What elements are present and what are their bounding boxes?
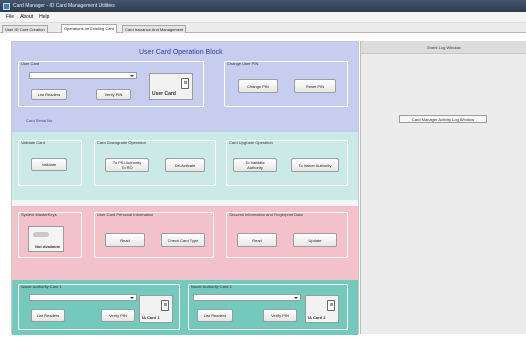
issuer-card-2-image-label: IA Card 2 — [308, 315, 326, 320]
card-upgrade-group: Card Upgrade Operation To Validate Autho… — [226, 140, 348, 186]
issuer-card-1-list-readers-button[interactable]: List Readers — [31, 309, 65, 322]
key-icon — [33, 232, 49, 237]
issuer-card-1-group-title: Issuer Authority Card 1 — [21, 284, 62, 289]
validate-card-group: Validate Card Validate — [18, 140, 82, 186]
secured-info-group-title: Secured Information and Fingerprint Data — [229, 212, 303, 217]
issuer-card-2-group: Issuer Authority Card 2 List Readers Ver… — [188, 284, 348, 330]
update-secured-info-button[interactable]: Update — [293, 233, 337, 247]
secured-info-group: Secured Information and Fingerprint Data… — [226, 212, 348, 258]
deactivate-button[interactable]: De-Activate — [165, 158, 205, 172]
reset-pin-button[interactable]: Reset PIN — [294, 79, 336, 93]
window-title: Card Manager - ID Card Management Utilit… — [13, 3, 115, 9]
card-serial-label: Card Serial No. — [26, 118, 54, 123]
issuer-authority-block: Issuer Authority Card 1 List Readers Ver… — [12, 280, 358, 335]
user-card-image-label: User Card — [152, 91, 176, 97]
to-pki-authority-button[interactable]: To PKI Authority To RO — [105, 158, 149, 172]
user-card-block: User Card Operation Block User Card List… — [12, 42, 358, 132]
tab-card-issuance[interactable]: Card Issuance And Management — [122, 25, 187, 33]
user-card-group-title: User Card — [21, 61, 40, 66]
verify-pin-button[interactable]: Verify PIN — [96, 89, 131, 100]
chevron-down-icon — [130, 75, 134, 77]
card-upgrade-group-title: Card Upgrade Operation — [229, 140, 273, 145]
menu-file[interactable]: File — [6, 14, 14, 20]
tab-operations-existing-card[interactable]: Operations on Existing Card — [61, 24, 118, 33]
master-key-image: Not Available — [28, 226, 64, 252]
change-pin-group-title: Change User PIN — [227, 61, 259, 66]
to-validate-authority-button[interactable]: To Validate Authority — [233, 158, 277, 172]
personal-info-group-title: User Card Personal Information — [97, 212, 154, 217]
validate-card-block: Validate Card Validate Card Downgrade Op… — [12, 132, 358, 200]
menu-about[interactable]: About — [20, 14, 33, 20]
issuer-card-2-group-title: Issuer Authority Card 2 — [191, 284, 232, 289]
operations-panel: User Card Operation Block User Card List… — [11, 41, 359, 335]
event-log-title: Event Log Window — [361, 41, 526, 54]
list-readers-button[interactable]: List Readers — [31, 89, 67, 100]
personal-info-group: User Card Personal Information Read Chec… — [94, 212, 214, 258]
validate-card-group-title: Validate Card — [21, 140, 45, 145]
to-issuer-authority-button[interactable]: To Issuer Authority — [291, 158, 339, 172]
block-heading: User Card Operation Block — [139, 49, 223, 56]
tab-user-id-card-creation[interactable]: User ID Card Creation — [2, 25, 48, 33]
issuer-card-2-verify-pin-button[interactable]: Verify PIN — [263, 309, 297, 322]
smart-card-icon — [327, 300, 335, 311]
issuer-card-1-verify-pin-button[interactable]: Verify PIN — [101, 309, 135, 322]
issuer-card-1-group: Issuer Authority Card 1 List Readers Ver… — [18, 284, 180, 330]
issuer-card-1-image-label: IA Card 1 — [142, 315, 160, 320]
user-card-image: User Card — [149, 73, 193, 100]
smart-card-icon — [181, 78, 189, 89]
smart-card-icon — [161, 300, 169, 311]
system-masterkeys-group-title: System MasterKeys — [21, 212, 57, 217]
read-personal-info-button[interactable]: Read — [105, 233, 145, 247]
card-information-block: System MasterKeys Not Available User Car… — [12, 206, 358, 281]
validate-button[interactable]: Validate — [31, 158, 67, 171]
issuer-card-1-reader-select[interactable] — [29, 294, 137, 301]
activity-log-button[interactable]: Card Manager Activity Log Window — [399, 115, 487, 123]
card-downgrade-group: Card Downgrade Operation To PKI Authorit… — [94, 140, 216, 186]
chevron-down-icon — [294, 297, 298, 299]
master-key-status: Not Available — [35, 244, 61, 249]
menu-help[interactable]: Help — [39, 14, 49, 20]
event-log-panel: Event Log Window Card Manager Activity L… — [360, 41, 526, 334]
change-pin-group: Change User PIN Change PIN Reset PIN — [224, 61, 348, 107]
read-secured-info-button[interactable]: Read — [237, 233, 277, 247]
card-downgrade-group-title: Card Downgrade Operation — [97, 140, 146, 145]
system-masterkeys-group: System MasterKeys Not Available — [18, 212, 82, 258]
title-bar: Card Manager - ID Card Management Utilit… — [0, 0, 526, 12]
issuer-card-1-image: IA Card 1 — [139, 295, 173, 323]
user-card-group: User Card List Readers Verify PIN User C… — [18, 61, 204, 107]
check-card-type-button[interactable]: Check Card Type — [161, 233, 205, 247]
menu-bar: File About Help — [0, 12, 526, 23]
issuer-card-2-list-readers-button[interactable]: List Readers — [197, 309, 233, 322]
change-pin-button[interactable]: Change PIN — [238, 79, 278, 93]
issuer-card-2-reader-select[interactable] — [193, 294, 301, 301]
tab-strip: User ID Card Creation Operations on Exis… — [0, 23, 526, 33]
app-icon — [3, 2, 10, 10]
issuer-card-2-image: IA Card 2 — [305, 295, 339, 323]
card-reader-select[interactable] — [29, 72, 137, 79]
chevron-down-icon — [130, 297, 134, 299]
